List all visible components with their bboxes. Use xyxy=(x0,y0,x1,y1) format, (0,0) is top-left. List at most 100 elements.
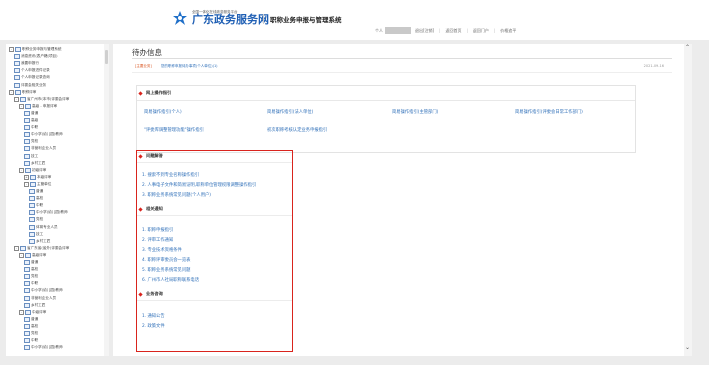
sidebar-tree-item[interactable]: 非营利企业人员 xyxy=(24,146,56,152)
sidebar-tree-item[interactable]: 个人申报记录查询 xyxy=(14,75,50,81)
faq-link[interactable]: 1. 搜索不到专业名称操作指引 xyxy=(142,172,199,178)
folder-icon xyxy=(14,68,20,74)
sidebar-tree-item[interactable]: 评委会相关业务 xyxy=(14,82,46,88)
notice-link[interactable]: 您的职称申报待办事项(个人单位)(1) xyxy=(161,64,218,68)
sidebar-tree-item[interactable]: - 主管单位 xyxy=(24,181,51,187)
folder-icon xyxy=(29,196,35,202)
sidebar-tree-item[interactable]: 中小学(幼儿园)教师 xyxy=(24,288,63,294)
sidebar-tree-item[interactable]: 技工 xyxy=(24,153,38,159)
notice-link[interactable]: 5. 职称业务系统常见问题 xyxy=(142,267,190,273)
sidebar-tree-item[interactable]: 高校 xyxy=(24,323,38,329)
nav-portal[interactable]: 返回门户 xyxy=(473,28,489,34)
collapse-icon[interactable]: - xyxy=(14,245,19,251)
scroll-down-icon[interactable]: ⌄ xyxy=(685,344,690,351)
collapse-icon[interactable]: - xyxy=(19,252,24,258)
app-header: 全国一体化在线政务服务平台 广东政务服务网 职称业务申报与管理系统 个人 退出[… xyxy=(0,0,709,40)
sidebar-tree-item[interactable]: 中小学(幼儿园)教师 xyxy=(24,132,63,138)
sidebar-tree-label: 省广东省(省外)评委会评审 xyxy=(27,245,70,250)
sidebar-tree-item[interactable]: 党校 xyxy=(24,331,38,336)
guide-link-committee[interactable]: 简易操作指引(评委会日常工作部门) xyxy=(515,109,583,115)
collapse-icon[interactable]: - xyxy=(9,89,14,95)
sidebar-tree-item[interactable]: 普通 xyxy=(24,110,38,116)
sidebar-tree-item[interactable]: - 职称评审 xyxy=(9,89,36,95)
sidebar-tree-item[interactable]: - 省广州市(本市)评委会评审 xyxy=(14,96,69,102)
sidebar-tree-item[interactable]: 乡村工匠 xyxy=(24,160,45,166)
guide-link-dept[interactable]: 简易操作指引(主管部门) xyxy=(392,109,438,115)
collapse-icon[interactable]: - xyxy=(24,181,29,187)
sidebar-tree-item[interactable]: - 高级评审 xyxy=(19,252,46,258)
sidebar-tree-item[interactable]: 体育专业人员 xyxy=(29,224,58,230)
sidebar-tree-item[interactable]: - 高级 - 申报评审 xyxy=(19,103,57,109)
sidebar-tree-item[interactable]: 党校 xyxy=(24,139,39,145)
collapse-icon[interactable]: - xyxy=(19,103,24,109)
consult-link[interactable]: 2. 政策文件 xyxy=(142,323,165,329)
sidebar-tree-item[interactable]: 中职 xyxy=(24,125,38,131)
guide-link-individual[interactable]: 简易操作指引(个人) xyxy=(144,109,182,115)
sidebar-tree-item[interactable]: 中小学(幼儿园)教师 xyxy=(24,345,63,351)
notice-link[interactable]: 6. 广州市人社局职称联系电话 xyxy=(142,277,199,283)
sidebar-tree-item[interactable]: 中小学(幼儿园)教师 xyxy=(29,210,68,216)
notice-link[interactable]: 3. 专业技术资格条件 xyxy=(142,247,182,253)
sidebar-tree-item[interactable]: 党校 xyxy=(24,274,39,280)
guide-link-committee-adjust[interactable]: "评委库调整管理功能"操作指引 xyxy=(144,127,204,133)
scroll-up-icon[interactable]: ⌃ xyxy=(685,44,690,51)
sidebar-tree-item[interactable]: 非营利企业人员 xyxy=(24,295,56,301)
sidebar-tree-item[interactable]: 普通 xyxy=(29,189,43,194)
sidebar-tree-item[interactable]: 中职 xyxy=(24,281,38,287)
sidebar-tree-label: 党校 xyxy=(31,139,39,144)
sidebar-tree-label: 党校 xyxy=(31,274,39,279)
diamond-bullet-icon xyxy=(138,153,143,159)
sidebar-tree-item[interactable]: - 初级评审 xyxy=(19,167,46,173)
consult-link[interactable]: 1. 通知公告 xyxy=(142,313,165,319)
notice-date: 2021-09-16 xyxy=(643,64,664,68)
collapse-icon[interactable]: - xyxy=(14,96,19,102)
brand[interactable]: 全国一体化在线政务服务平台 广东政务服务网 xyxy=(192,10,269,26)
nav-logout[interactable]: 退出[注销] xyxy=(415,28,434,34)
sidebar-scroll-thumb[interactable] xyxy=(105,50,108,64)
sidebar-tree-item[interactable]: 技工 xyxy=(29,231,44,237)
sidebar-tree-item[interactable]: 乡村工匠 xyxy=(29,238,51,244)
sidebar-tree-item[interactable]: 高级 xyxy=(24,118,38,123)
guide-link-legal-entity[interactable]: 简易操作指引(法人单位) xyxy=(267,109,313,115)
sidebar-tree-label: 技工 xyxy=(36,231,44,236)
guide-link-initial-cert[interactable]: 初次职称考核认定业务申报指引 xyxy=(267,127,327,133)
sidebar-tree-item[interactable]: 消息资讯(表户籍(项目) xyxy=(14,54,58,60)
sidebar-tree-item[interactable]: - 中级评审 xyxy=(19,309,46,315)
nav-home[interactable]: 返回首页 xyxy=(445,28,461,34)
sidebar-tree-item[interactable]: - 职称业务申报与管理系统 xyxy=(9,47,62,52)
sidebar-tree-item[interactable]: 个人申报进件记录 xyxy=(14,68,50,74)
folder-icon xyxy=(29,238,35,244)
expand-icon[interactable]: + xyxy=(24,174,29,180)
folder-icon xyxy=(15,89,21,95)
sidebar-tree-item[interactable]: 普通 xyxy=(24,316,38,322)
sidebar-tree-label: 职称业务申报与管理系统 xyxy=(22,47,62,51)
collapse-icon[interactable]: - xyxy=(19,167,24,173)
sidebar-tree-item[interactable]: 我要申报行 xyxy=(14,61,39,67)
collapse-icon[interactable]: - xyxy=(19,309,24,315)
sidebar-tree-item[interactable]: 高校 xyxy=(29,196,43,202)
faq-link[interactable]: 3. 职称业务系统常见问题(个人用户) xyxy=(142,192,211,198)
sidebar-tree-item[interactable]: 普通 xyxy=(24,260,38,265)
sidebar-tree-item[interactable]: 党校 xyxy=(29,217,43,223)
page-title: 待办信息 xyxy=(132,48,162,57)
collapse-icon[interactable]: - xyxy=(9,47,14,52)
folder-icon xyxy=(20,245,26,251)
system-name: 职称业务申报与管理系统 xyxy=(263,14,342,24)
sidebar-scrollbar[interactable] xyxy=(104,44,109,356)
sidebar-tree-item[interactable]: 高校 xyxy=(24,267,38,273)
sidebar-tree-item[interactable]: 中职 xyxy=(29,203,43,209)
main-scrollbar[interactable]: ⌃ ⌄ xyxy=(684,44,692,356)
sidebar-tree-item[interactable]: 中职 xyxy=(24,338,38,344)
nav-price[interactable]: 价格追平 xyxy=(500,28,516,34)
sidebar-tree-label: 乡村工匠 xyxy=(36,238,51,243)
sidebar-tree-item[interactable]: + 本级评审 xyxy=(24,174,51,180)
divider xyxy=(137,300,292,301)
notice-link[interactable]: 1. 职称申报指引 xyxy=(142,227,173,233)
sidebar-tree-item[interactable]: 乡村工匠 xyxy=(24,302,45,308)
user-label: 个人 xyxy=(375,27,383,33)
sidebar-tree-item[interactable]: - 省广东省(省外)评委会评审 xyxy=(14,245,70,251)
faq-link[interactable]: 2. 人事电子文件和简易证明,职称单位管理权限调整操作指引 xyxy=(142,182,256,188)
sidebar-tree-label: 中小学(幼儿园)教师 xyxy=(31,345,63,350)
notice-link[interactable]: 2. 评审工作通知 xyxy=(142,237,173,243)
notice-link[interactable]: 4. 职称评审委员会一览表 xyxy=(142,257,190,263)
